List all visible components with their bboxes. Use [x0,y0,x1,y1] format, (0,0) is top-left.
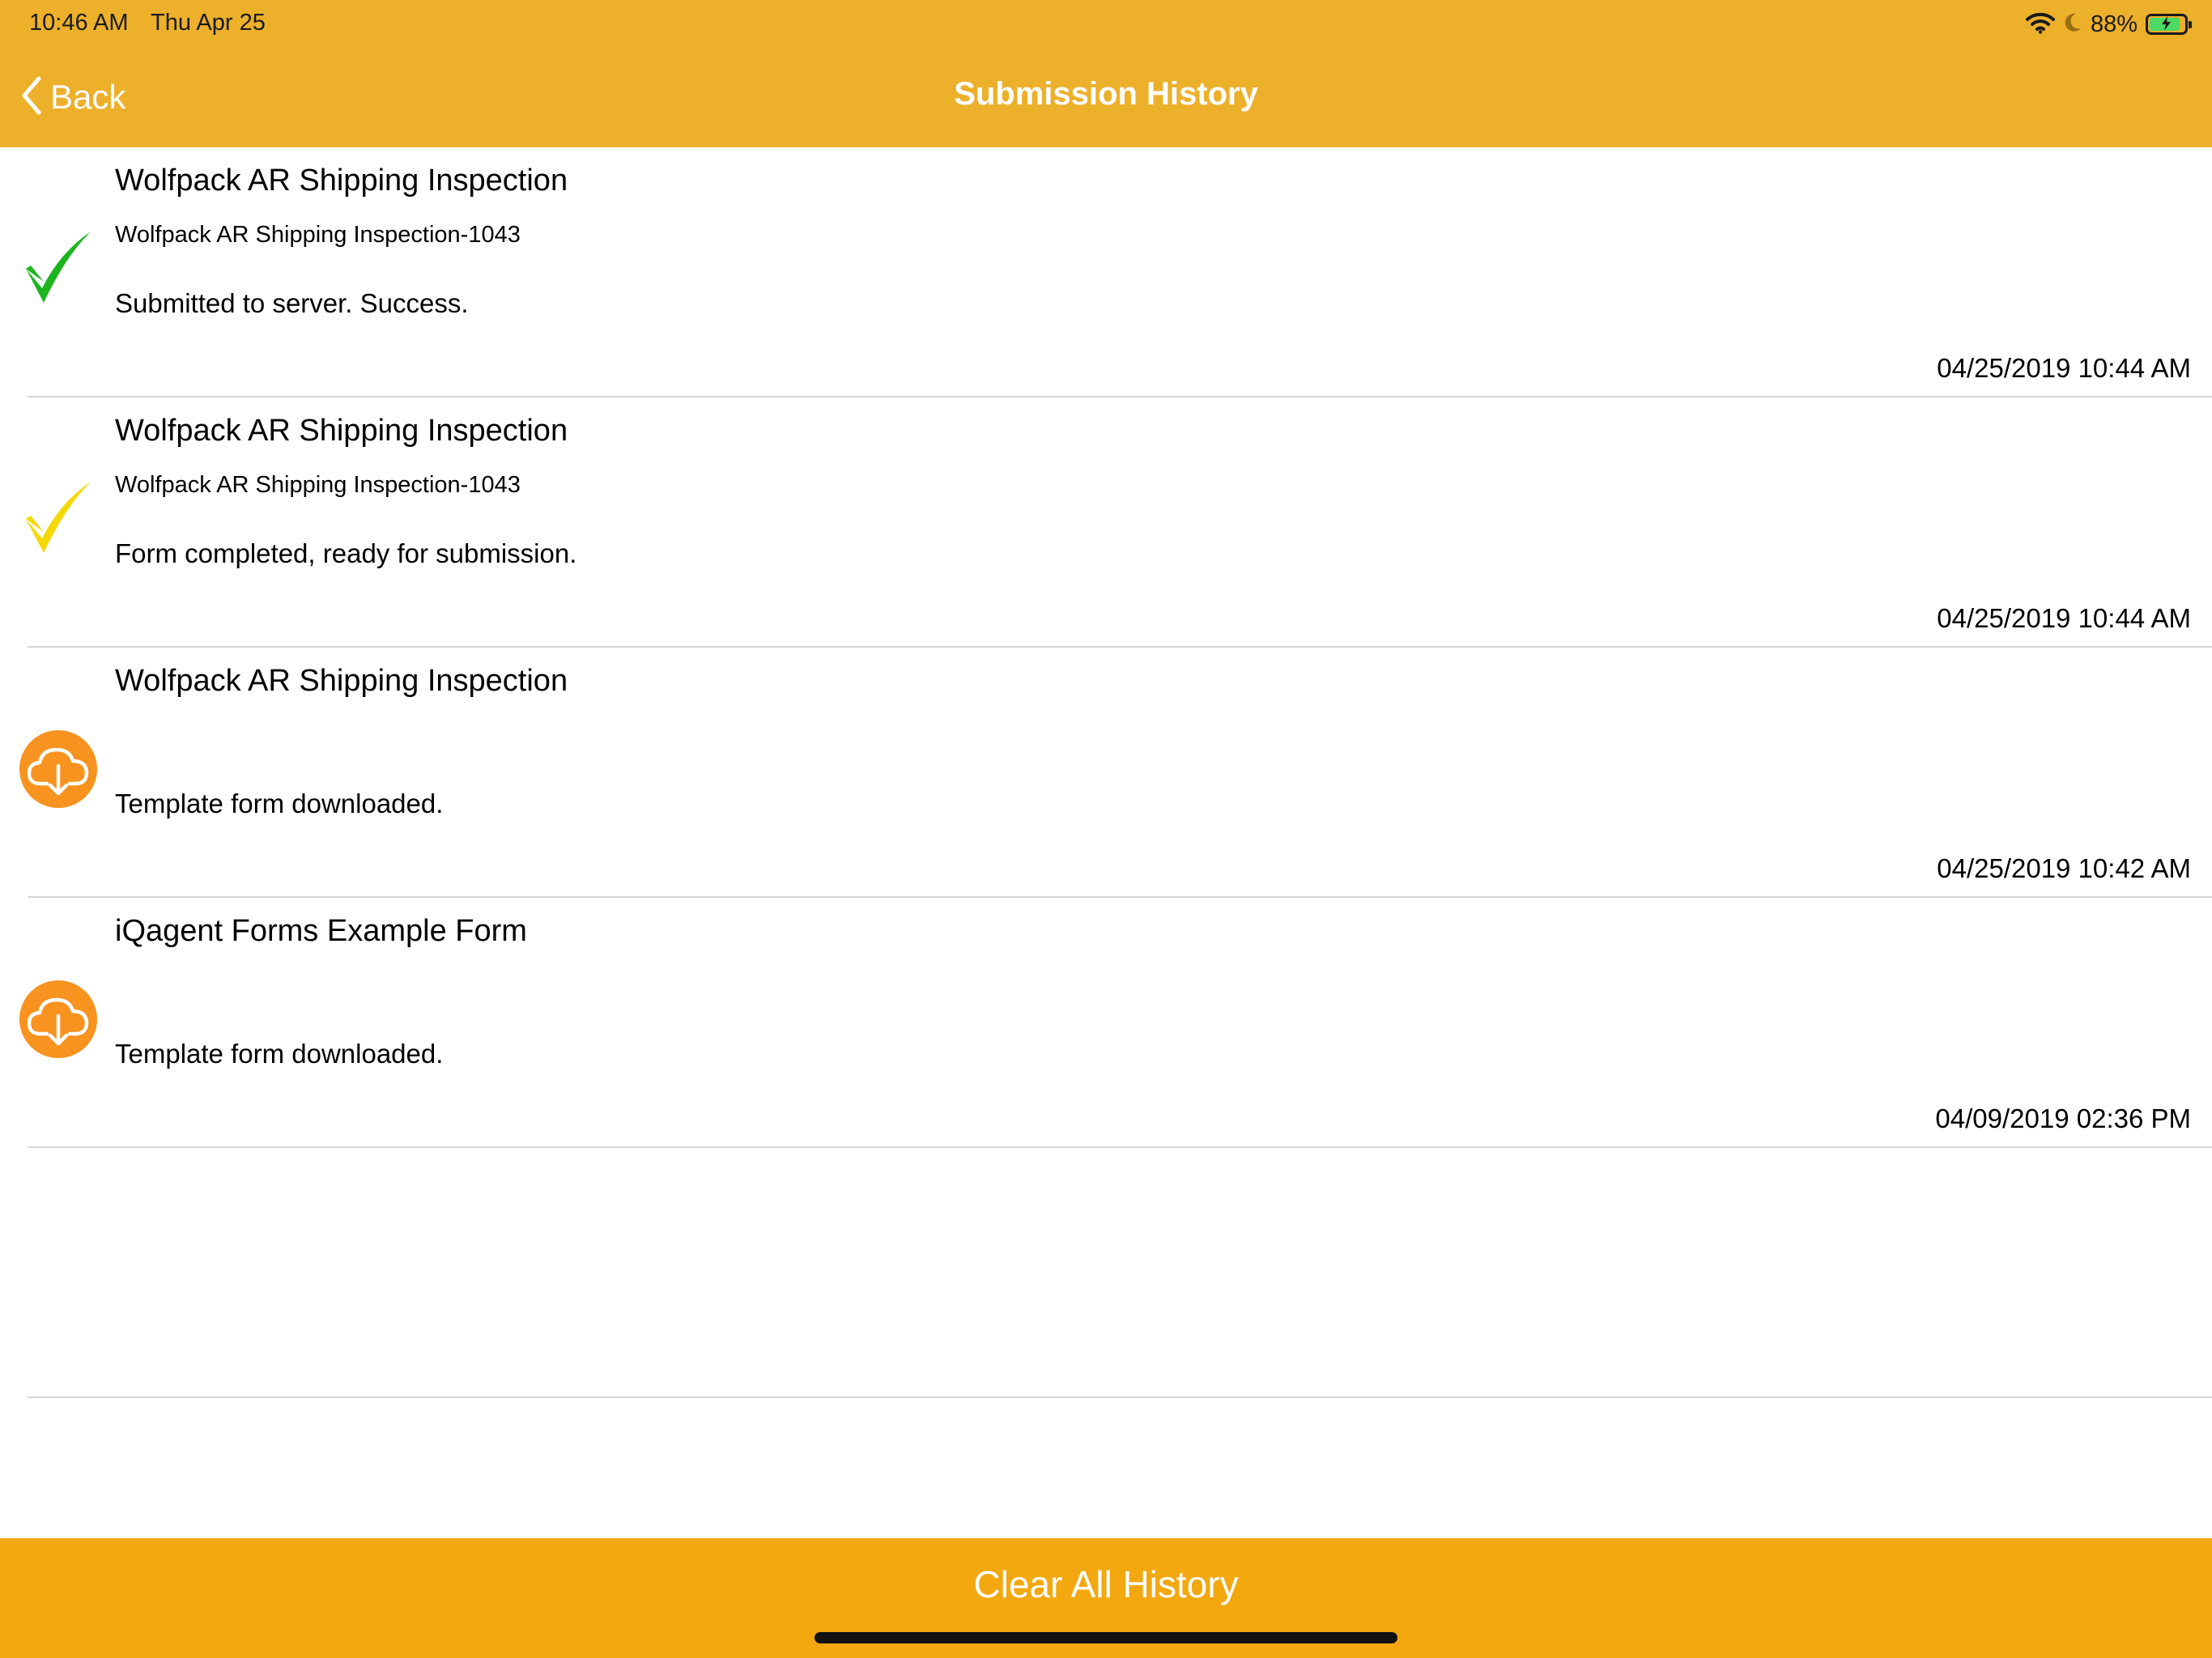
page-title: Submission History [954,76,1258,112]
row-status: Submitted to server. Success. [115,288,469,318]
history-row[interactable]: iQagent Forms Example Form Template form… [0,898,2212,1148]
row-divider [28,1397,2212,1398]
home-indicator [815,1632,1397,1643]
empty-list-row [0,1148,2212,1398]
nav-header: 10:46 AM Thu Apr 25 88% Back Submission … [0,0,2212,147]
row-subtitle: Wolfpack AR Shipping Inspection-1043 [115,472,521,498]
moon-icon [2063,12,2082,37]
clear-all-history-label: Clear All History [973,1563,1239,1605]
history-row[interactable]: Wolfpack AR Shipping Inspection Wolfpack… [0,397,2212,648]
row-date: 04/25/2019 10:42 AM [1937,853,2191,883]
history-row[interactable]: Wolfpack AR Shipping Inspection Template… [0,648,2212,898]
green-checkmark-icon [18,228,99,309]
row-title: Wolfpack AR Shipping Inspection [115,414,568,448]
cloud-download-icon [18,979,99,1060]
clear-all-history-button[interactable]: Clear All History [0,1538,2212,1658]
status-date: Thu Apr 25 [151,10,266,36]
battery-charging-icon [2146,14,2192,35]
row-status: Template form downloaded. [115,1039,444,1069]
row-title: Wolfpack AR Shipping Inspection [115,664,568,698]
row-date: 04/25/2019 10:44 AM [1937,353,2191,383]
row-date: 04/09/2019 02:36 PM [1935,1103,2191,1133]
row-status: Template form downloaded. [115,789,444,818]
submission-history-screen: 10:46 AM Thu Apr 25 88% Back Submission … [0,0,2212,1658]
wifi-icon [2025,11,2055,38]
row-status: Form completed, ready for submission. [115,538,577,568]
status-icons: 88% [2025,8,2192,40]
status-time: 10:46 AM [29,10,129,36]
history-list: Wolfpack AR Shipping Inspection Wolfpack… [0,147,2212,1398]
row-date: 04/25/2019 10:44 AM [1937,603,2191,633]
yellow-checkmark-icon [18,478,99,559]
row-title: Wolfpack AR Shipping Inspection [115,164,568,198]
history-row[interactable]: Wolfpack AR Shipping Inspection Wolfpack… [0,147,2212,397]
battery-percent: 88% [2090,11,2138,37]
cloud-download-icon [18,729,99,810]
row-title: iQagent Forms Example Form [115,914,527,948]
row-subtitle: Wolfpack AR Shipping Inspection-1043 [115,222,521,248]
